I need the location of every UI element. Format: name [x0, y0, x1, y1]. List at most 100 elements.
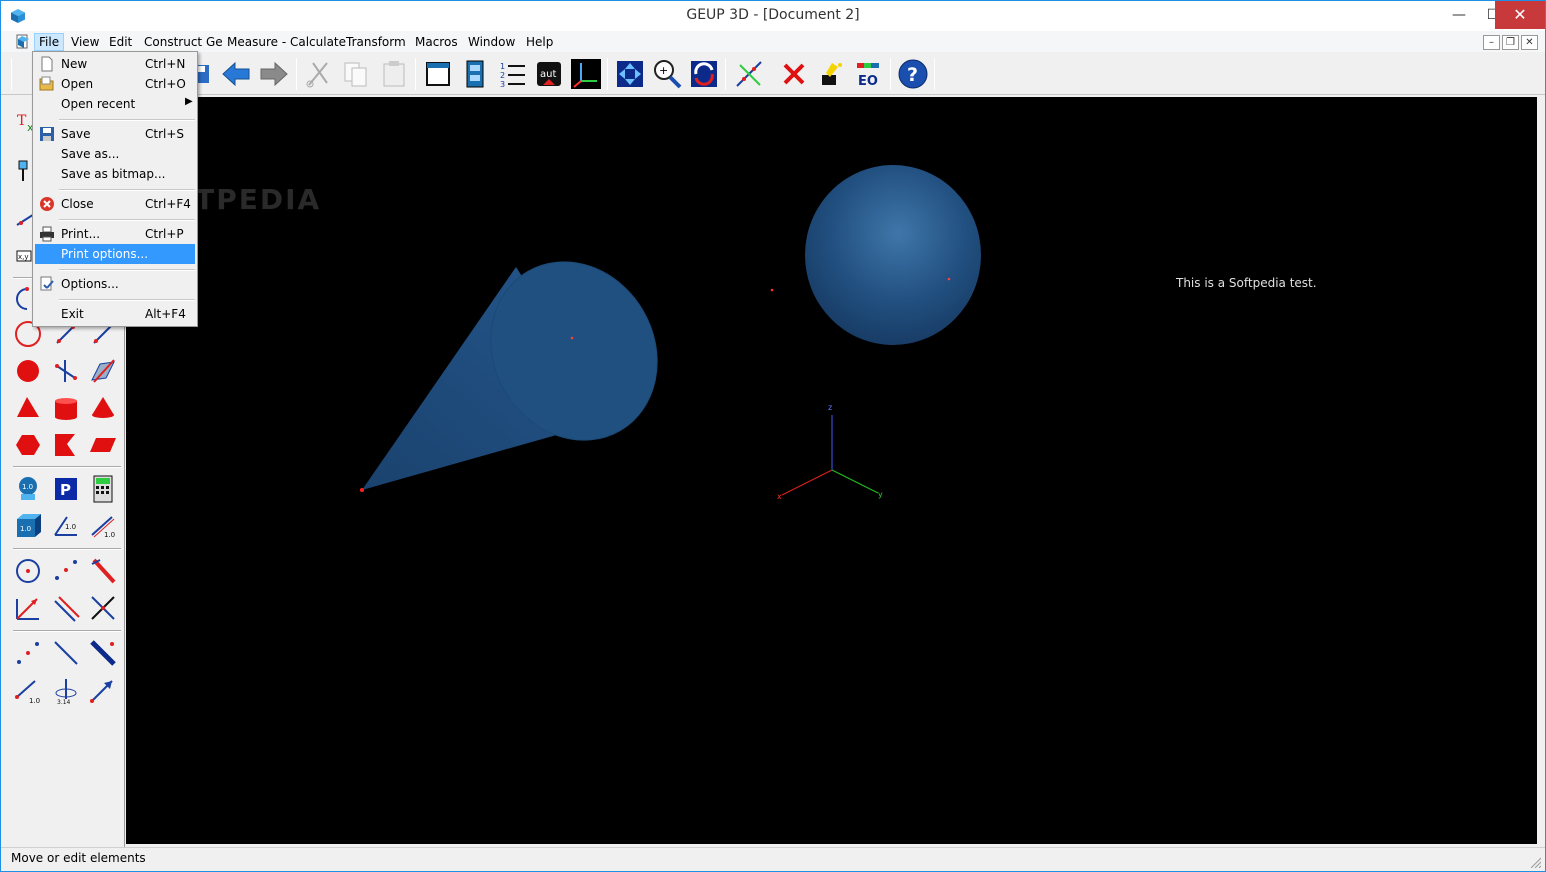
auto-icon[interactable]: aut — [532, 57, 566, 91]
numbered-list-icon[interactable]: 123 — [495, 57, 529, 91]
parallelogram-tool-icon[interactable] — [88, 430, 118, 460]
menu-transform[interactable]: Transform — [342, 33, 410, 51]
pyramid-tool-icon[interactable] — [13, 393, 43, 423]
perpendicular-plane-icon[interactable] — [88, 556, 118, 586]
help-icon[interactable]: ? — [896, 57, 930, 91]
sphere-point[interactable] — [947, 277, 951, 281]
menu-item-label: Save as... — [61, 147, 120, 161]
scene-svg: z y x — [360, 165, 981, 501]
mdi-close-button[interactable]: ✕ — [1521, 35, 1538, 50]
sphere-solid[interactable] — [805, 165, 981, 345]
menu-item-label: Save as bitmap... — [61, 167, 166, 181]
center-point-icon[interactable] — [13, 556, 43, 586]
cone-solid[interactable] — [360, 231, 689, 492]
plane-tool-icon[interactable] — [88, 356, 118, 386]
measure-rotation-icon[interactable]: 3.14 — [51, 675, 81, 706]
free-point[interactable] — [770, 288, 774, 292]
menu-item-open[interactable]: Open Ctrl+O — [35, 74, 195, 94]
thick-line-icon[interactable] — [88, 638, 118, 668]
measure-volume-icon[interactable]: 1.0 — [13, 511, 43, 541]
menu-window[interactable]: Window — [464, 33, 519, 51]
sphere-tool-icon[interactable] — [13, 356, 43, 386]
menu-help[interactable]: Help — [522, 33, 557, 51]
points-tool-icon[interactable] — [51, 356, 81, 386]
y-axis-label: y — [878, 490, 883, 499]
construct-line-icon[interactable] — [732, 57, 766, 91]
menu-item-open-recent[interactable]: Open recent ▶ — [35, 94, 195, 114]
parameter-icon[interactable]: P — [51, 474, 81, 504]
mdi-controls: – ❐ ✕ — [1481, 34, 1538, 50]
document-icon[interactable] — [15, 33, 31, 49]
menu-item-new[interactable]: New Ctrl+N — [35, 54, 195, 74]
hexagon-tool-icon[interactable] — [13, 430, 43, 460]
menu-bar: File View Edit Construct Ge Measure - Ca… — [1, 31, 1545, 52]
resize-grip-icon[interactable] — [1529, 856, 1541, 868]
vector-icon[interactable] — [13, 593, 43, 623]
menu-construct[interactable]: Construct Ge — [140, 33, 227, 51]
axes-icon[interactable] — [569, 57, 603, 91]
parallel-line-icon[interactable] — [51, 593, 81, 623]
zoom-icon[interactable]: + — [650, 57, 684, 91]
menu-item-save[interactable]: Save Ctrl+S — [35, 124, 195, 144]
paste-icon[interactable] — [377, 57, 411, 91]
direction-vector-icon[interactable] — [88, 675, 118, 705]
mdi-minimize-button[interactable]: – — [1483, 35, 1500, 50]
measure-distance-icon[interactable]: 1.0 — [88, 511, 118, 541]
menu-item-print[interactable]: Print... Ctrl+P — [35, 224, 195, 244]
options-icon — [40, 276, 54, 291]
cylinder-tool-icon[interactable] — [51, 393, 81, 423]
segment-between-icon[interactable] — [51, 638, 81, 668]
forward-arrow-icon[interactable] — [257, 57, 291, 91]
open-folder-icon — [39, 76, 54, 91]
menu-item-save-as-bitmap[interactable]: Save as bitmap... — [35, 164, 195, 184]
dotted-points-icon[interactable] — [13, 638, 43, 668]
menu-item-save-as[interactable]: Save as... — [35, 144, 195, 164]
measure-segment-icon[interactable]: 1.0 — [13, 675, 43, 705]
cone-apex-point[interactable] — [360, 488, 364, 492]
film-strip-icon[interactable] — [458, 57, 492, 91]
menu-separator — [59, 119, 195, 121]
copy-icon[interactable] — [339, 57, 373, 91]
menu-item-options[interactable]: Options... — [35, 274, 195, 294]
menu-view[interactable]: View — [67, 33, 103, 51]
svg-text:x,y: x,y — [18, 253, 29, 261]
svg-text:1.0: 1.0 — [104, 531, 115, 539]
measure-angle-icon[interactable]: 1.0 — [51, 511, 81, 541]
menu-edit[interactable]: Edit — [105, 33, 136, 51]
cut-icon[interactable] — [301, 57, 335, 91]
calculator-icon[interactable] — [88, 474, 118, 504]
measure-length-icon[interactable]: 1.0 — [13, 474, 43, 504]
eo-icon[interactable]: EO — [851, 57, 885, 91]
svg-text:?: ? — [907, 64, 918, 86]
menu-macros[interactable]: Macros — [411, 33, 462, 51]
rotate-view-icon[interactable] — [687, 57, 721, 91]
menu-item-label: Exit — [61, 307, 84, 321]
close-window-button[interactable]: ✕ — [1495, 1, 1545, 29]
svg-text:1.0: 1.0 — [20, 525, 31, 533]
canvas-text-label[interactable]: This is a Softpedia test. — [1176, 276, 1317, 290]
menu-item-shortcut: Ctrl+F4 — [145, 197, 191, 211]
midpoint-icon[interactable] — [51, 556, 81, 586]
menu-separator — [59, 219, 195, 221]
fit-view-icon[interactable] — [613, 57, 647, 91]
mdi-restore-button[interactable]: ❐ — [1502, 35, 1519, 50]
svg-text:3.14: 3.14 — [57, 699, 71, 705]
highlight-icon[interactable] — [814, 57, 848, 91]
polygon-tool-icon[interactable] — [51, 430, 81, 460]
z-axis-label: z — [828, 403, 832, 412]
intersection-icon[interactable] — [88, 593, 118, 623]
cone-base-center-point[interactable] — [570, 336, 574, 340]
back-arrow-icon[interactable] — [219, 57, 253, 91]
menu-item-print-options[interactable]: Print options... — [35, 244, 195, 264]
toolbar-separator — [934, 58, 935, 90]
status-bar: Move or edit elements — [1, 847, 1545, 871]
menu-measure[interactable]: Measure - Calculate — [223, 33, 350, 51]
menu-item-label: Open recent — [61, 97, 136, 111]
cone-tool-icon[interactable] — [88, 393, 118, 423]
menu-item-close[interactable]: Close Ctrl+F4 — [35, 194, 195, 214]
delete-x-icon[interactable] — [777, 57, 811, 91]
3d-canvas[interactable]: SOFTPEDIA z y x This is a Softpedia test… — [126, 97, 1537, 844]
window-frame-icon[interactable] — [421, 57, 455, 91]
menu-item-exit[interactable]: Exit Alt+F4 — [35, 304, 195, 324]
menu-file[interactable]: File — [34, 33, 65, 51]
